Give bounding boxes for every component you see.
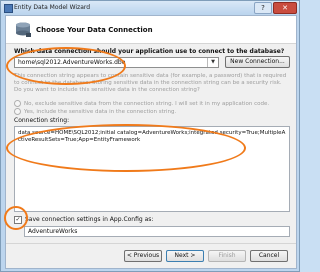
wizard-window: Entity Data Model Wizard ? ✕ Choose Your… <box>0 0 300 272</box>
connection-question: Which data connection should your applic… <box>14 48 285 55</box>
new-connection-button[interactable]: New Connection... <box>225 56 290 68</box>
title-bar: Entity Data Model Wizard ? ✕ <box>1 1 299 14</box>
exclude-sensitive-label: No, exclude sensitive data from the conn… <box>24 101 270 107</box>
connection-string-box[interactable]: data source=HOME\SQL2012;initial catalog… <box>14 126 290 212</box>
chevron-down-icon[interactable]: ▼ <box>207 58 218 67</box>
exclude-sensitive-option[interactable]: No, exclude sensitive data from the conn… <box>14 100 269 107</box>
save-settings-label: Save connection settings in App.Config a… <box>25 216 154 223</box>
next-button[interactable]: Next > <box>166 250 204 262</box>
help-button[interactable]: ? <box>254 2 272 14</box>
connection-dropdown[interactable]: home\sql2012.AdventureWorks.dbo ▼ <box>14 57 219 68</box>
wizard-header: Choose Your Data Connection <box>6 16 296 44</box>
footer-divider <box>6 243 296 244</box>
connection-dropdown-value: home\sql2012.AdventureWorks.dbo <box>18 59 126 66</box>
include-sensitive-option[interactable]: Yes, include the sensitive data in the c… <box>14 108 176 115</box>
cancel-button[interactable]: Cancel <box>250 250 288 262</box>
radio-include[interactable] <box>14 108 21 115</box>
previous-button[interactable]: < Previous <box>124 250 162 262</box>
save-settings-checkbox[interactable]: ✓ <box>14 216 22 224</box>
window-title: Entity Data Model Wizard <box>14 4 91 11</box>
wizard-body: Choose Your Data Connection Which data c… <box>5 15 297 269</box>
connection-string-label: Connection string: <box>14 117 70 124</box>
app-icon <box>4 4 13 13</box>
sensitive-data-notice: This connection string appears to contai… <box>14 73 287 93</box>
finish-button[interactable]: Finish <box>208 250 246 262</box>
include-sensitive-label: Yes, include the sensitive data in the c… <box>24 109 177 115</box>
radio-exclude[interactable] <box>14 100 21 107</box>
config-name-input[interactable]: AdventureWorks <box>24 226 290 237</box>
database-connection-icon <box>16 22 31 37</box>
page-title: Choose Your Data Connection <box>36 26 153 34</box>
close-button[interactable]: ✕ <box>273 2 297 14</box>
